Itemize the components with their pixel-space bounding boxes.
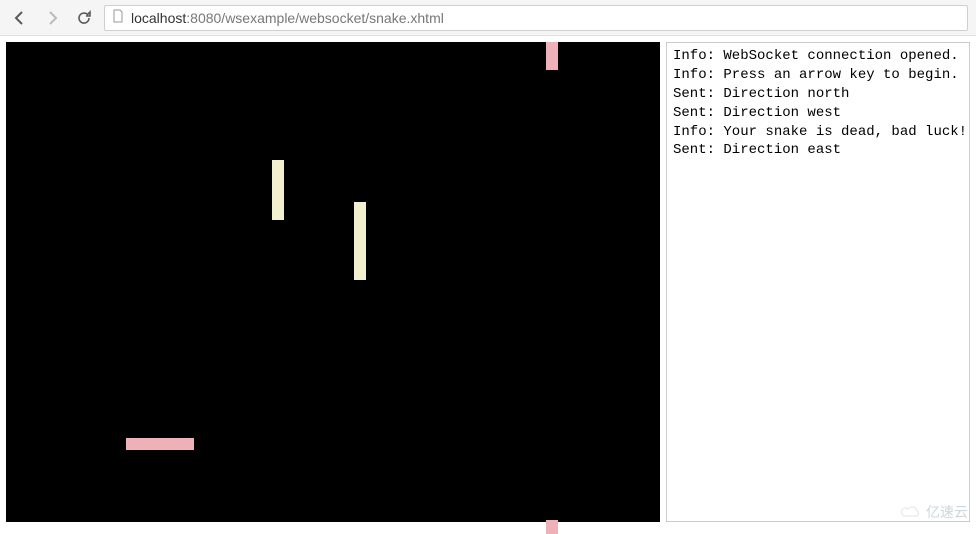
log-line: Sent: Direction east (673, 141, 963, 160)
log-line: Sent: Direction north (673, 85, 963, 104)
reload-button[interactable] (72, 6, 96, 30)
page-icon (111, 9, 125, 26)
log-line: Info: Press an arrow key to begin. (673, 66, 963, 85)
game-canvas[interactable] (6, 42, 660, 522)
content-area: Info: WebSocket connection opened.Info: … (0, 36, 976, 528)
snake-segment (546, 42, 558, 70)
browser-toolbar: localhost:8080/wsexample/websocket/snake… (0, 0, 976, 36)
url-bar[interactable]: localhost:8080/wsexample/websocket/snake… (104, 5, 968, 31)
log-line: Sent: Direction west (673, 104, 963, 123)
log-line: Info: Your snake is dead, bad luck! (673, 123, 963, 142)
log-panel[interactable]: Info: WebSocket connection opened.Info: … (666, 42, 970, 522)
snake-segment (546, 520, 558, 534)
forward-button[interactable] (40, 6, 64, 30)
snake-segment (272, 160, 284, 220)
log-line: Info: WebSocket connection opened. (673, 47, 963, 66)
url-text: localhost:8080/wsexample/websocket/snake… (131, 10, 444, 26)
back-button[interactable] (8, 6, 32, 30)
snake-segment (354, 202, 366, 280)
snake-segment (126, 438, 194, 450)
